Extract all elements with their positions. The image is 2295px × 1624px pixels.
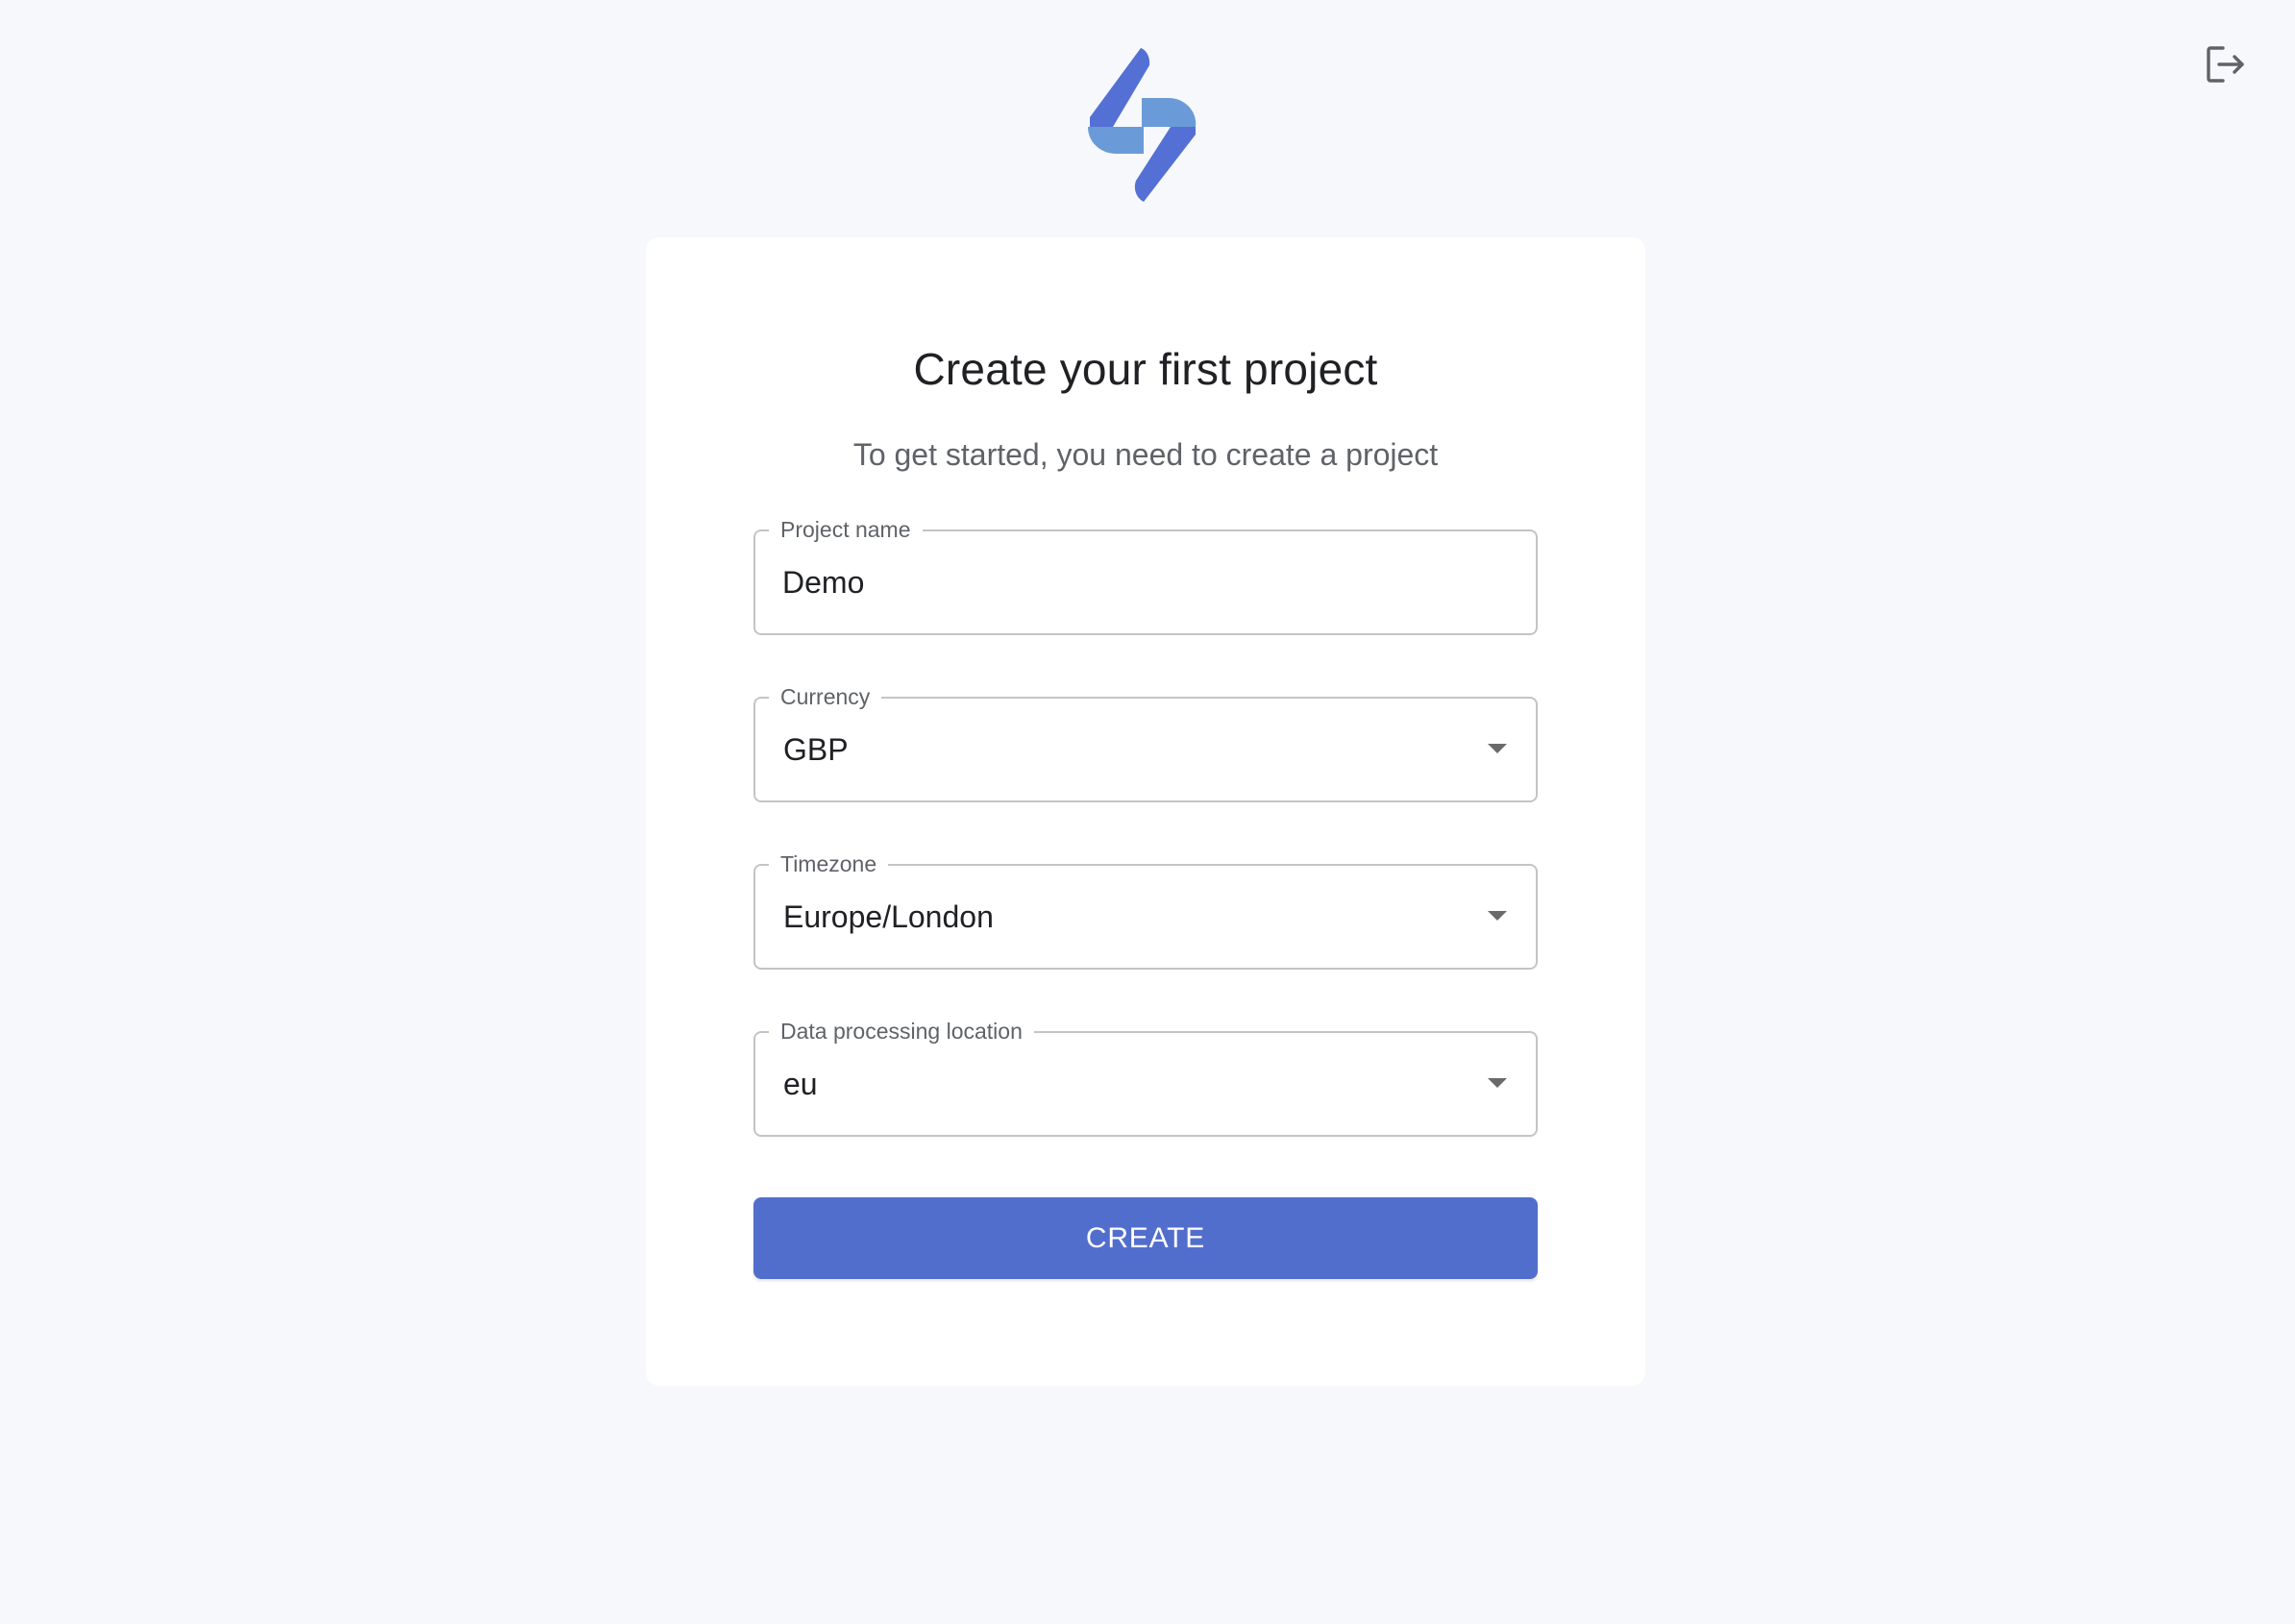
brand-logo-icon: [1088, 48, 1197, 202]
page-subtitle: To get started, you need to create a pro…: [852, 437, 1439, 472]
chevron-down-icon[interactable]: [1488, 911, 1507, 921]
chevron-down-icon[interactable]: [1488, 744, 1507, 753]
page: Create your first project To get started…: [0, 0, 2295, 1624]
project-name-input[interactable]: [782, 531, 1455, 633]
project-name-field[interactable]: Project name: [753, 515, 1538, 635]
page-title: Create your first project: [913, 344, 1378, 394]
logout-button[interactable]: [2205, 42, 2249, 86]
logout-icon: [2207, 46, 2244, 83]
timezone-select[interactable]: Timezone Europe/London: [753, 849, 1538, 970]
currency-value: GBP: [783, 732, 849, 767]
create-project-card: Create your first project To get started…: [646, 237, 1645, 1386]
timezone-value: Europe/London: [783, 899, 994, 934]
chevron-down-icon[interactable]: [1488, 1078, 1507, 1088]
data-location-value: eu: [783, 1067, 818, 1101]
data-location-select[interactable]: Data processing location eu: [753, 1017, 1538, 1137]
create-button[interactable]: CREATE: [753, 1197, 1538, 1279]
currency-select[interactable]: Currency GBP: [753, 682, 1538, 802]
